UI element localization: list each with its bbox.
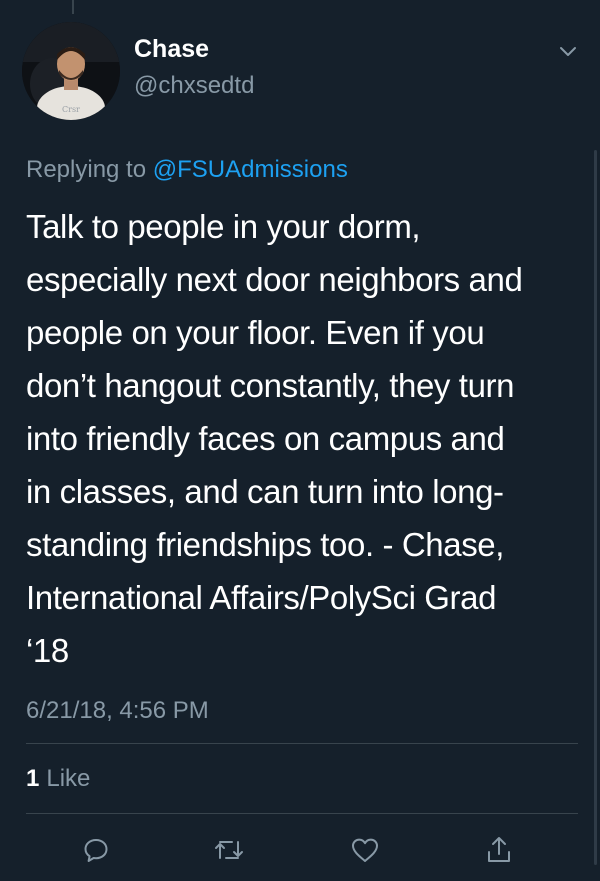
mention-link[interactable]: @FSUAdmissions xyxy=(153,156,348,183)
tweet-text-line: especially next door neighbors and xyxy=(26,261,523,298)
divider xyxy=(26,743,578,744)
retweet-icon[interactable] xyxy=(213,834,245,866)
tweet-text-line: into friendly faces on campus and xyxy=(26,420,505,457)
avatar-photo: Crsr xyxy=(22,22,120,120)
tweet-text-line: ‘18 xyxy=(26,632,69,669)
share-icon[interactable] xyxy=(483,834,515,866)
tweet-timestamp[interactable]: 6/21/18, 4:56 PM xyxy=(26,697,209,725)
like-count: 1 xyxy=(26,765,40,792)
tweet-text-line: standing friendships too. - Chase, xyxy=(26,526,505,563)
chevron-down-icon[interactable] xyxy=(556,40,580,64)
like-label: Like xyxy=(46,765,91,792)
divider xyxy=(26,813,578,814)
likes-stat[interactable]: 1 Like xyxy=(26,765,90,793)
tweet-text-line: don’t hangout constantly, they turn xyxy=(26,367,515,404)
tweet-text-line: people on your floor. Even if you xyxy=(26,314,485,351)
tweet-text-line: Talk to people in your dorm, xyxy=(26,208,421,245)
tweet-text-line: in classes, and can turn into long- xyxy=(26,473,504,510)
replying-to-line: Replying to @FSUAdmissions xyxy=(26,156,348,184)
user-handle[interactable]: @chxsedtd xyxy=(134,72,254,100)
replying-to-prefix: Replying to xyxy=(26,156,153,183)
heart-icon[interactable] xyxy=(349,834,381,866)
svg-text:Crsr: Crsr xyxy=(62,105,80,114)
user-display-name[interactable]: Chase xyxy=(134,35,209,64)
comment-icon[interactable] xyxy=(80,834,112,866)
avatar[interactable]: Crsr xyxy=(22,22,120,120)
thread-connector-line xyxy=(72,0,74,14)
scrollbar[interactable] xyxy=(594,150,597,865)
tweet-text-line: International Affairs/PolySci Grad xyxy=(26,579,497,616)
tweet-text: Talk to people in your dorm, especially … xyxy=(26,200,586,677)
